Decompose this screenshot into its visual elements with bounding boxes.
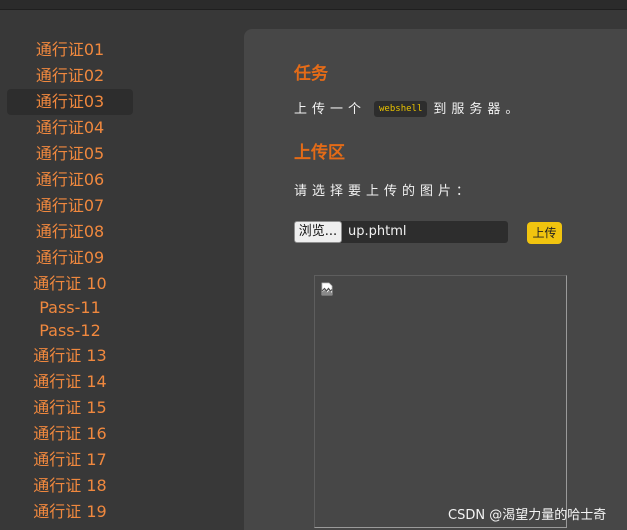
sidebar-item-pass-07[interactable]: 通行证07 xyxy=(7,193,133,219)
task-prefix: 上传一个 xyxy=(294,102,367,117)
sidebar-item-pass-02[interactable]: 通行证02 xyxy=(7,63,133,89)
top-bar xyxy=(0,0,627,10)
sidebar-item-pass-11[interactable]: Pass-11 xyxy=(7,297,133,319)
task-code: webshell xyxy=(374,101,428,117)
sidebar-item-pass-18[interactable]: 通行证 18 xyxy=(7,473,133,499)
upload-button[interactable]: 上传 xyxy=(527,222,562,244)
sidebar-item-pass-08[interactable]: 通行证08 xyxy=(7,219,133,245)
sidebar-item-pass-01[interactable]: 通行证01 xyxy=(7,37,133,63)
upload-heading: 上传区 xyxy=(294,143,345,163)
sidebar-item-pass-16[interactable]: 通行证 16 xyxy=(7,421,133,447)
file-input[interactable]: 浏览... up.phtml xyxy=(294,221,508,243)
choose-file-label: 请选择要上传的图片： xyxy=(294,184,475,199)
sidebar-item-pass-14[interactable]: 通行证 14 xyxy=(7,369,133,395)
sidebar-item-pass-15[interactable]: 通行证 15 xyxy=(7,395,133,421)
sidebar-item-pass-05[interactable]: 通行证05 xyxy=(7,141,133,167)
sidebar-item-pass-10[interactable]: 通行证 10 xyxy=(7,271,133,297)
task-heading: 任务 xyxy=(294,64,328,84)
sidebar-item-pass-19[interactable]: 通行证 19 xyxy=(7,499,133,525)
watermark-text: CSDN @渴望力量的哈士奇 xyxy=(448,508,607,523)
main-panel: 任务 上传一个 webshell 到服务器。 上传区 请选择要上传的图片： 浏览..… xyxy=(244,29,627,530)
sidebar-item-pass-06[interactable]: 通行证06 xyxy=(7,167,133,193)
task-description: 上传一个 webshell 到服务器。 xyxy=(294,98,523,117)
sidebar-item-pass-17[interactable]: 通行证 17 xyxy=(7,447,133,473)
sidebar-item-pass-04[interactable]: 通行证04 xyxy=(7,115,133,141)
task-suffix: 到服务器。 xyxy=(433,102,524,117)
sidebar-item-pass-03[interactable]: 通行证03 xyxy=(7,89,133,115)
sidebar-item-pass-12[interactable]: Pass-12 xyxy=(7,320,133,342)
image-preview xyxy=(314,275,567,528)
sidebar-item-pass-13[interactable]: 通行证 13 xyxy=(7,343,133,369)
selected-file-name: up.phtml xyxy=(348,224,407,239)
browse-button[interactable]: 浏览... xyxy=(294,221,342,243)
sidebar-item-pass-09[interactable]: 通行证09 xyxy=(7,245,133,271)
broken-image-icon xyxy=(321,282,333,296)
